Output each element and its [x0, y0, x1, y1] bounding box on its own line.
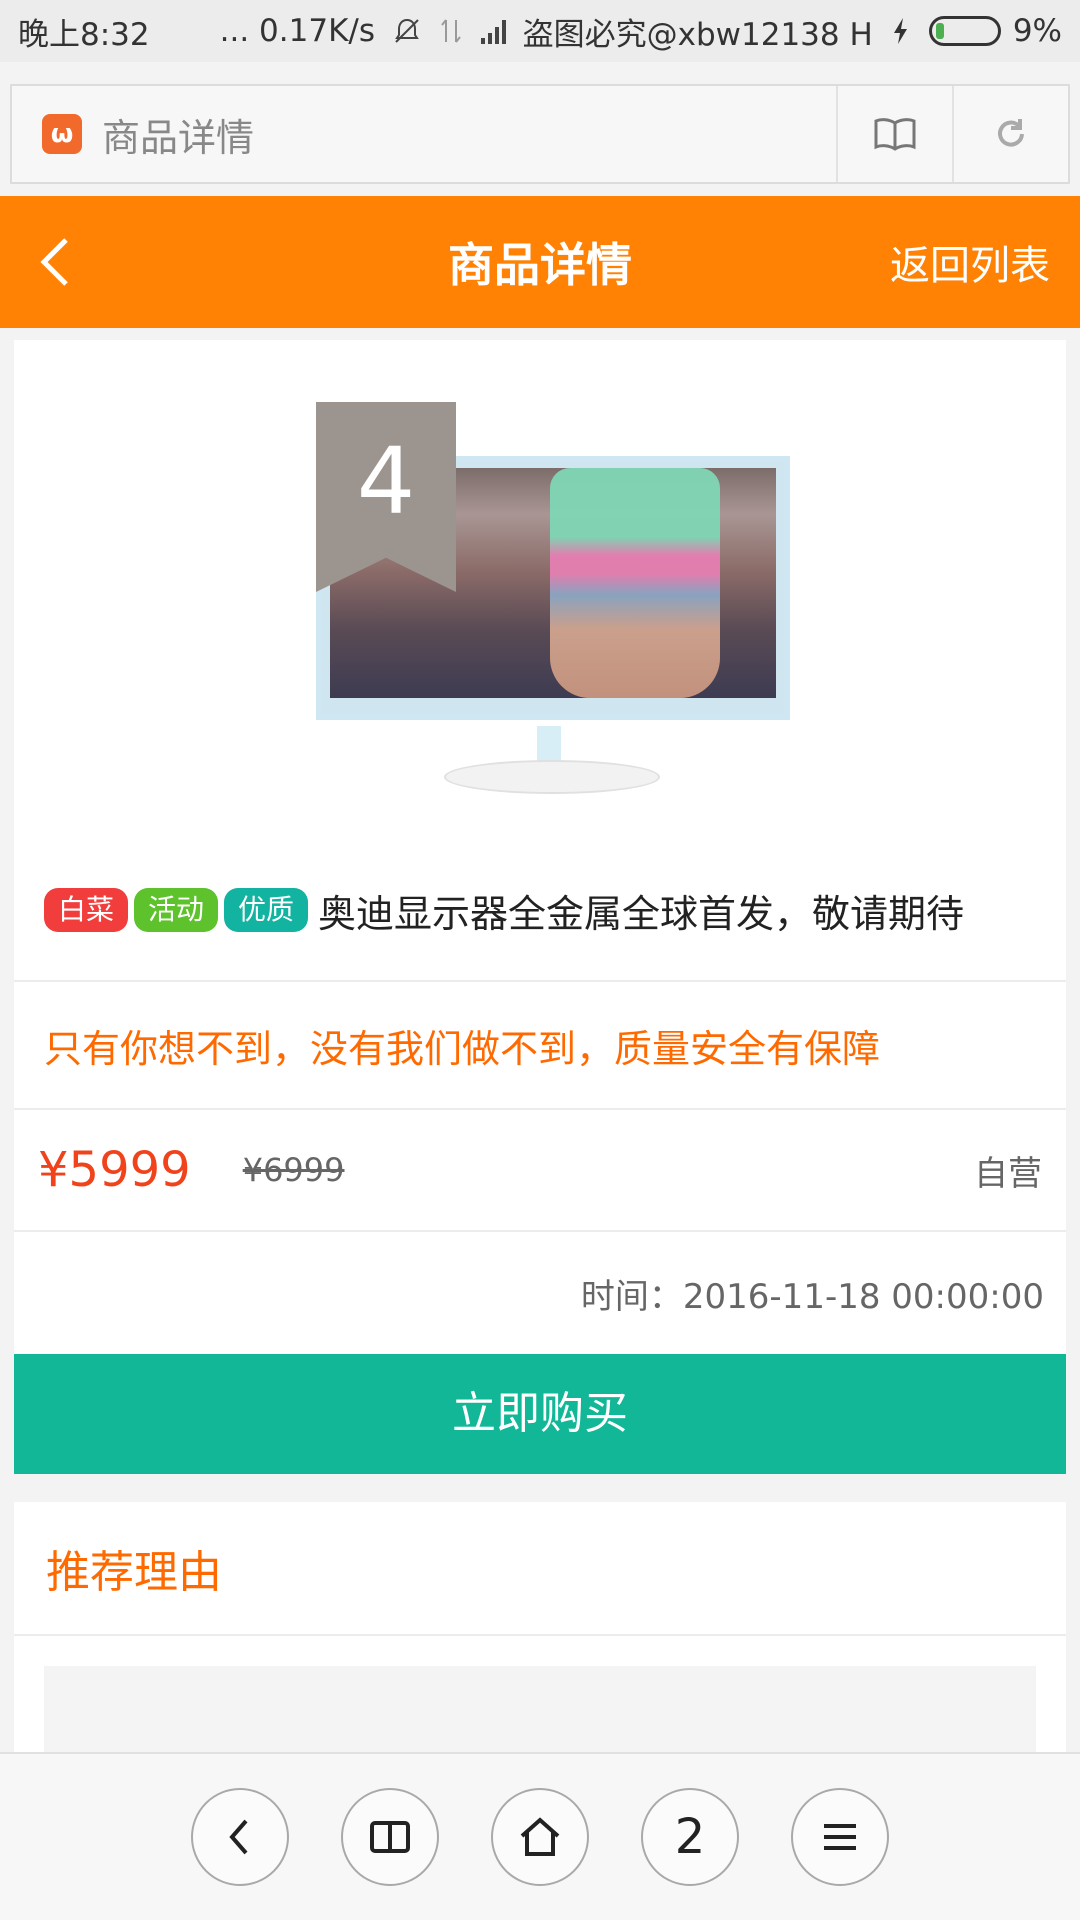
tag-badge: 白菜	[44, 888, 129, 932]
home-button[interactable]	[491, 1788, 589, 1886]
product-slogan: 只有你想不到，没有我们做不到，质量安全有保障	[14, 982, 1066, 1110]
data-arrows-icon	[435, 15, 467, 47]
network-speed: ... 0.17K/s	[219, 13, 375, 49]
back-button[interactable]	[191, 1788, 289, 1886]
status-bar: 晚上8:32 ... 0.17K/s 盗图必究@xbw12138 H 9%	[0, 0, 1080, 62]
mute-bell-icon	[391, 15, 423, 47]
product-title-row: 白菜 活动 优质 奥迪显示器全金属全球首发，敬请期待	[14, 840, 1066, 982]
product-image[interactable]: 4	[14, 340, 1066, 840]
publish-time: 时间：2016-11-18 00:00:00	[580, 1276, 1044, 1317]
product-card: 4 白菜 活动 优质 奥迪显示器全金属全球首发，敬请期待 只有你想不到，没有我们…	[14, 340, 1066, 1474]
seller-type: 自营	[974, 1153, 1042, 1194]
menu-icon	[824, 1824, 856, 1850]
recommend-title: 推荐理由	[14, 1502, 1066, 1636]
product-title: 奥迪显示器全金属全球首发，敬请期待	[318, 891, 965, 936]
address-title[interactable]: 商品详情	[102, 107, 836, 162]
reader-mode-button[interactable]	[836, 86, 952, 182]
charging-icon	[885, 15, 917, 47]
tag-badge: 优质	[224, 888, 309, 932]
buy-now-button[interactable]: 立即购买	[14, 1354, 1066, 1474]
carrier-text: 盗图必究@xbw12138 H	[522, 16, 873, 53]
battery-icon	[928, 16, 1001, 46]
home-icon	[520, 1817, 560, 1856]
status-time: 晚上8:32	[18, 16, 150, 53]
back-to-list-link[interactable]: 返回列表	[890, 233, 1050, 291]
original-price: ¥6999	[242, 1151, 345, 1189]
refresh-button[interactable]	[952, 86, 1068, 182]
bookmarks-icon	[370, 1821, 410, 1853]
status-icons: 盗图必究@xbw12138 H 9%	[391, 9, 1062, 54]
book-icon	[874, 118, 916, 151]
tag-badge: 活动	[134, 888, 219, 932]
tabs-counter-button[interactable]: 2	[641, 1788, 739, 1886]
browser-address-bar[interactable]: ω 商品详情	[10, 84, 1070, 184]
page-header: 商品详情 返回列表	[0, 196, 1080, 328]
menu-button[interactable]	[791, 1788, 889, 1886]
price-row: ¥5999 ¥6999 自营	[14, 1110, 1066, 1232]
browser-toolbar: 2	[0, 1752, 1080, 1920]
site-icon: ω	[42, 114, 82, 154]
chevron-left-icon	[229, 1819, 248, 1855]
battery-percent: 9%	[1012, 13, 1062, 49]
current-price: ¥5999	[38, 1142, 191, 1198]
refresh-icon	[998, 119, 1024, 147]
signal-icon	[479, 15, 511, 47]
bookmarks-button[interactable]	[341, 1788, 439, 1886]
